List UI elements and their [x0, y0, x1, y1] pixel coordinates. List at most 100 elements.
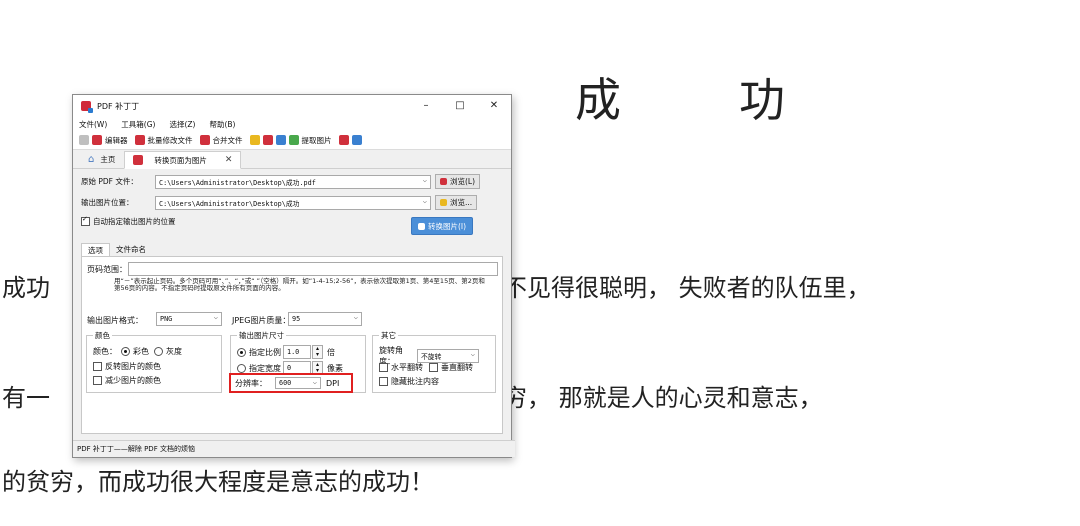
invert-row[interactable]: 反转图片的颜色: [93, 361, 161, 372]
hide-annot-label: 隐藏批注内容: [391, 377, 439, 386]
minimize-button[interactable]: –: [409, 95, 443, 117]
width-unit: 像素: [327, 363, 343, 373]
chevron-down-icon: ⌵: [213, 313, 218, 321]
size-group: 输出图片尺寸 指定比例 1.0 ▴ ▾ 倍 指定宽度 0 ▴ ▾ 像素 分辨率： 6…: [229, 330, 366, 393]
grayscale-radio-label: 灰度: [166, 347, 182, 356]
merge-label: 合并文件: [212, 135, 243, 145]
editor-label: 编辑器: [105, 135, 128, 145]
info-icon[interactable]: [351, 135, 362, 145]
dpi-unit: DPI: [326, 378, 340, 388]
subtab-file-naming[interactable]: 文件命名: [110, 243, 152, 257]
invert-checkbox[interactable]: [93, 362, 102, 371]
color-radio-label: 彩色: [133, 347, 149, 356]
other-group: 其它 旋转角度： 不旋转 ⌵ 水平翻转 垂直翻转 隐藏批注内容: [372, 330, 496, 393]
tab-convert-label: 转换页面为图片: [154, 155, 207, 165]
batch-modify-button[interactable]: 批量修改文件: [134, 135, 193, 146]
document-line1-right: 不见得很聪明， 失败者的队伍里，: [503, 274, 871, 302]
auto-output-row[interactable]: 自动指定输出图片的位置: [81, 215, 176, 227]
tool-icon[interactable]: [249, 135, 260, 145]
tab-home[interactable]: ⌂ 主页: [79, 150, 124, 168]
scale-unit: 倍: [327, 347, 335, 357]
convert-tab-icon: [133, 155, 144, 165]
save-icon: [418, 222, 425, 230]
maximize-button[interactable]: □: [443, 95, 477, 117]
color-mode-row: 颜色： 彩色 灰度: [93, 346, 182, 357]
vflip-label: 垂直翻转: [441, 363, 473, 372]
format-label: 输出图片格式：: [87, 316, 143, 325]
invert-label: 反转图片的颜色: [105, 362, 161, 371]
tab-close-icon[interactable]: ✕: [225, 155, 233, 165]
width-value: 0: [287, 364, 292, 372]
format-select[interactable]: PNG ⌵: [156, 312, 222, 326]
source-label: 原始 PDF 文件：: [81, 177, 138, 186]
hide-annot-row[interactable]: 隐藏批注内容: [379, 376, 439, 387]
pdf-icon[interactable]: [262, 135, 273, 145]
color-radio[interactable]: [121, 347, 130, 356]
tab-bar: ⌂ 主页 转换页面为图片 ✕: [73, 150, 511, 169]
folder-icon: [440, 199, 447, 206]
status-bar: PDF 补丁丁——解除 PDF 文档的烦恼: [73, 440, 515, 457]
grayscale-radio[interactable]: [154, 347, 163, 356]
subtab-options[interactable]: 选项: [81, 243, 110, 257]
title-bar[interactable]: PDF 补丁丁 – □ ✕: [73, 95, 511, 117]
hflip-checkbox[interactable]: [379, 363, 388, 372]
window-title: PDF 补丁丁: [97, 101, 140, 111]
scale-radio[interactable]: [237, 347, 246, 357]
hflip-label: 水平翻转: [391, 363, 423, 372]
close-button[interactable]: ✕: [477, 95, 511, 117]
vflip-checkbox[interactable]: [429, 363, 438, 372]
auto-output-checkbox[interactable]: [81, 215, 90, 226]
menu-toolbox[interactable]: 工具箱(G): [121, 119, 155, 130]
open-icon[interactable]: [79, 135, 89, 145]
app-icon: [81, 101, 93, 113]
menu-file[interactable]: 文件(W): [79, 119, 107, 130]
jpeg-quality-select[interactable]: 95 ⌵: [288, 312, 362, 326]
hide-annot-checkbox[interactable]: [379, 377, 388, 386]
merge-button[interactable]: 合并文件: [199, 135, 243, 146]
rotate-select[interactable]: 不旋转 ⌵: [417, 349, 479, 363]
page-range-input[interactable]: [128, 262, 498, 276]
scale-value: 1.0: [287, 348, 300, 356]
source-file-input[interactable]: C:\Users\Administrator\Desktop\成功.pdf ⌵: [155, 174, 431, 189]
editor-icon: [92, 135, 102, 145]
convert-images-button[interactable]: 转换图片(I): [411, 217, 474, 235]
other-group-title: 其它: [379, 330, 398, 341]
editor-button[interactable]: 编辑器: [92, 135, 128, 146]
width-label: 指定宽度: [249, 363, 281, 373]
document-title-char-1: 成: [575, 73, 621, 127]
scale-label: 指定比例: [249, 347, 281, 357]
width-radio[interactable]: [237, 363, 246, 373]
source-file-value: C:\Users\Administrator\Desktop\成功.pdf: [159, 178, 316, 187]
chevron-down-icon: ⌵: [312, 378, 317, 386]
output-row: 输出图片位置： C:\Users\Administrator\Desktop\成…: [81, 195, 478, 210]
home-icon: ⌂: [88, 153, 95, 165]
document-line2-left: 有一: [2, 384, 50, 412]
browse-source-button[interactable]: 浏览(L): [435, 174, 481, 189]
menu-select[interactable]: 选择(Z): [169, 119, 195, 130]
extract-images-icon: [288, 135, 299, 145]
size-group-title: 输出图片尺寸: [237, 330, 286, 341]
page-icon[interactable]: [275, 135, 286, 145]
dpi-select[interactable]: 600 ⌵: [275, 377, 321, 389]
options-panel: 页码范围： 用“－”表示起止页码。多个页码可用“、”、“，”或“ ”（空格）隔开…: [81, 256, 503, 434]
menu-help[interactable]: 帮助(B): [209, 119, 235, 130]
tab-home-label: 主页: [100, 154, 116, 164]
scale-row: 指定比例 1.0 ▴ ▾ 倍: [237, 345, 335, 359]
scale-input[interactable]: 1.0: [283, 345, 311, 359]
page-range-label: 页码范围：: [87, 265, 127, 274]
convert-icon[interactable]: [338, 135, 349, 145]
document-line2-right: 穷， 那就是人的心灵和意志，: [503, 384, 823, 412]
flip-row: 水平翻转 垂直翻转: [379, 362, 473, 373]
reduce-row[interactable]: 减少图片的颜色: [93, 375, 161, 386]
extract-images-button[interactable]: 提取图片: [288, 135, 332, 146]
reduce-checkbox[interactable]: [93, 376, 102, 385]
jpeg-quality-label: JPEG图片质量：: [232, 316, 291, 325]
source-row: 原始 PDF 文件： C:\Users\Administrator\Deskto…: [81, 174, 481, 189]
document-line3: 的贫穷，而成功很大程度是意志的成功！: [2, 468, 434, 496]
menu-bar: 文件(W) 工具箱(G) 选择(Z) 帮助(B): [73, 117, 511, 131]
batch-modify-label: 批量修改文件: [147, 135, 193, 145]
scale-spinner[interactable]: ▴ ▾: [312, 345, 323, 359]
output-folder-input[interactable]: C:\Users\Administrator\Desktop\成功 ⌵: [155, 195, 431, 210]
tab-convert-to-images[interactable]: 转换页面为图片 ✕: [124, 151, 242, 169]
browse-output-button[interactable]: 浏览...: [435, 195, 478, 210]
